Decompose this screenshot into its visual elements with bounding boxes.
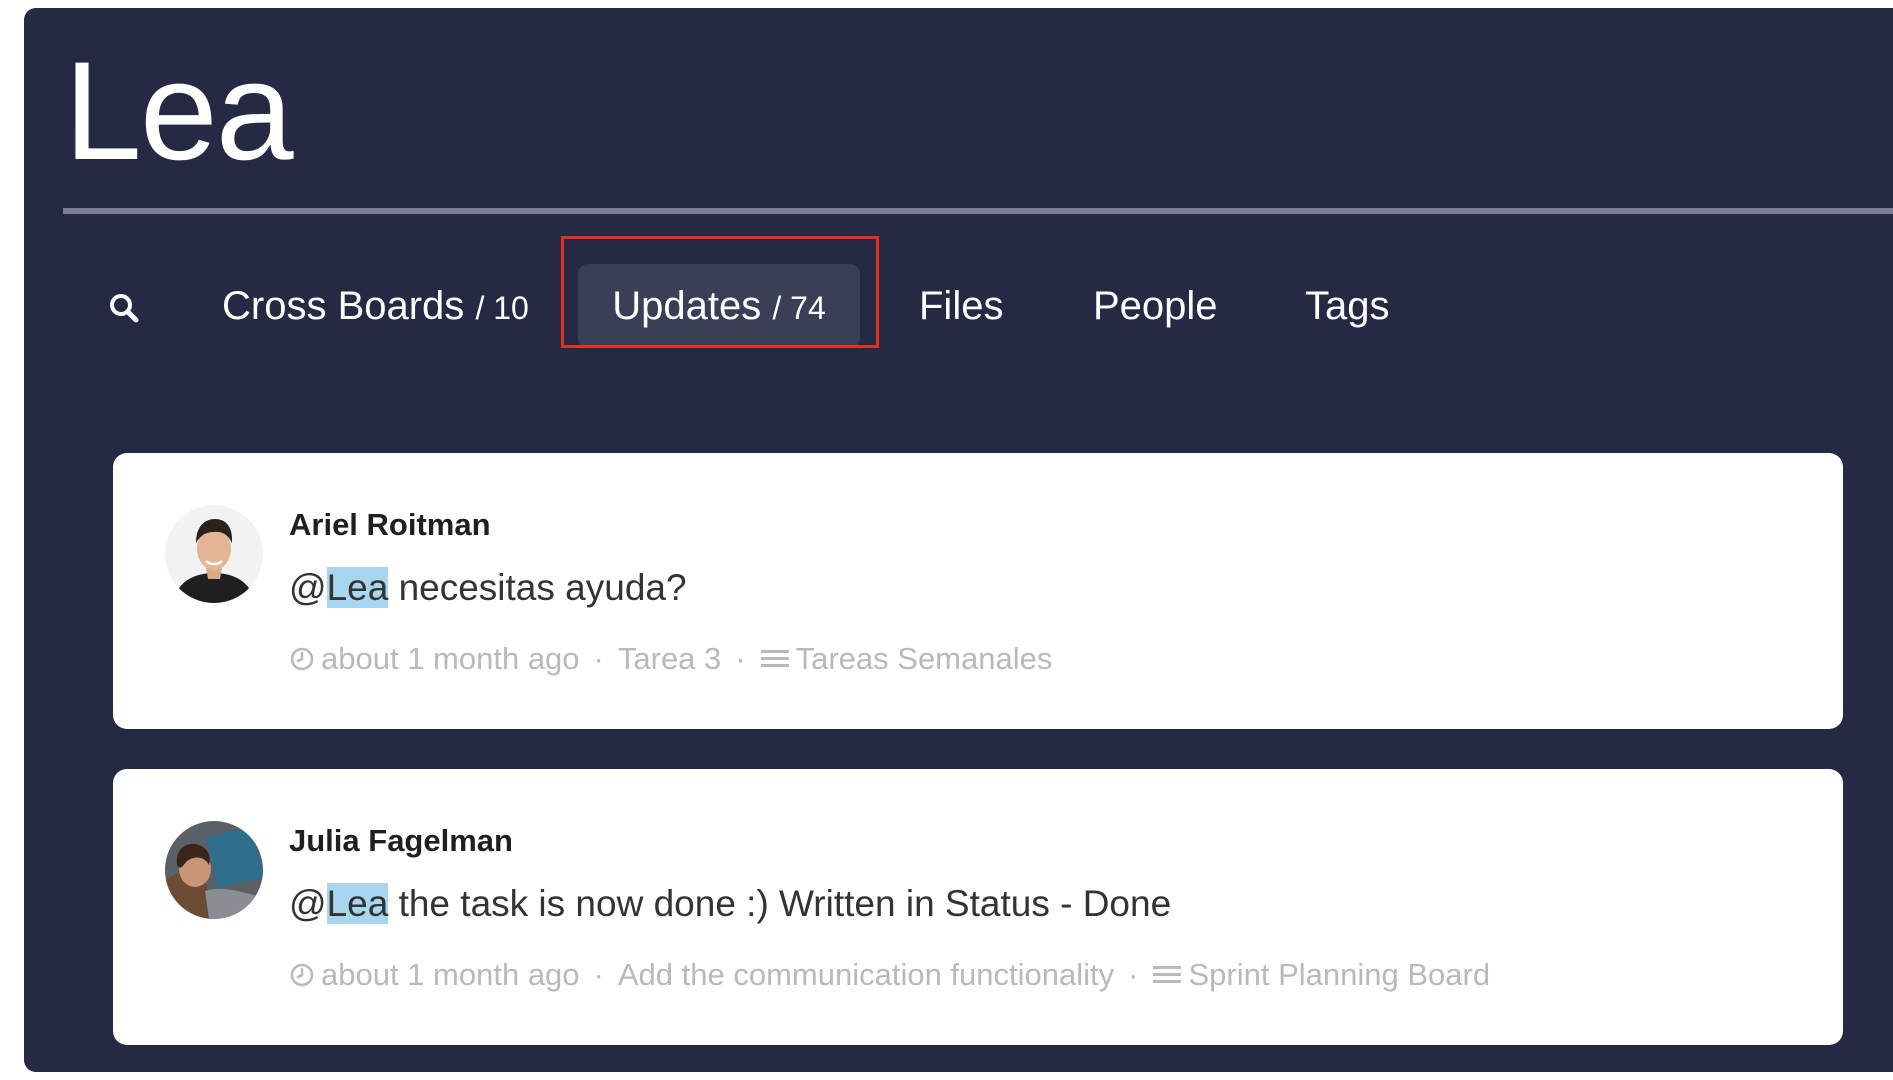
meta-separator: · bbox=[593, 957, 604, 992]
meta-separator: · bbox=[1128, 957, 1139, 992]
update-board-link[interactable]: Sprint Planning Board bbox=[1152, 957, 1490, 993]
search-panel: Lea Cross Boards / 10 Updates / 74 Files… bbox=[24, 8, 1893, 1072]
meta-separator: · bbox=[735, 641, 746, 676]
update-board-text: Sprint Planning Board bbox=[1188, 957, 1491, 992]
update-meta: about 1 month ago · Add the communicatio… bbox=[289, 957, 1490, 993]
update-author[interactable]: Julia Fagelman bbox=[289, 823, 513, 859]
update-time: about 1 month ago bbox=[289, 641, 580, 677]
update-time-text: about 1 month ago bbox=[321, 957, 580, 992]
board-list-icon bbox=[1153, 966, 1182, 983]
avatar[interactable] bbox=[165, 505, 263, 603]
tab-count: / 74 bbox=[772, 290, 826, 326]
divider bbox=[63, 208, 1893, 214]
tab-count: / 10 bbox=[475, 290, 529, 326]
avatar[interactable] bbox=[165, 821, 263, 919]
mention-name[interactable]: Lea bbox=[326, 567, 389, 608]
update-meta: about 1 month ago · Tarea 3 · Tareas Sem… bbox=[289, 641, 1052, 677]
mention-at: @ bbox=[289, 567, 327, 608]
update-item-link[interactable]: Tarea 3 bbox=[618, 641, 721, 677]
tab-label: Tags bbox=[1305, 284, 1390, 328]
search-tabs: Cross Boards / 10 Updates / 74 Files Peo… bbox=[24, 234, 1893, 364]
update-author[interactable]: Ariel Roitman bbox=[289, 507, 491, 543]
mention-name[interactable]: Lea bbox=[326, 883, 389, 924]
update-text: the task is now done :) Written in Statu… bbox=[388, 883, 1172, 924]
meta-separator: · bbox=[593, 641, 604, 676]
tab-label: Updates bbox=[612, 284, 762, 328]
tab-updates[interactable]: Updates / 74 bbox=[578, 264, 860, 348]
tab-cross-boards[interactable]: Cross Boards / 10 bbox=[222, 264, 529, 348]
update-time-text: about 1 month ago bbox=[321, 641, 580, 676]
tab-files[interactable]: Files bbox=[919, 264, 1003, 348]
update-item-link[interactable]: Add the communication functionality bbox=[618, 957, 1114, 993]
update-message: @Lea the task is now done :) Written in … bbox=[289, 883, 1171, 925]
mention-at: @ bbox=[289, 883, 327, 924]
tab-people[interactable]: People bbox=[1093, 264, 1218, 348]
update-board-text: Tareas Semanales bbox=[795, 641, 1053, 676]
clock-icon bbox=[290, 963, 314, 987]
update-time: about 1 month ago bbox=[289, 957, 580, 993]
search-query-title[interactable]: Lea bbox=[64, 26, 294, 196]
update-message: @Lea necesitas ayuda? bbox=[289, 567, 687, 609]
update-card[interactable]: Julia Fagelman @Lea the task is now done… bbox=[113, 769, 1843, 1045]
tab-label: Files bbox=[919, 284, 1004, 328]
tab-label: People bbox=[1093, 284, 1218, 328]
tab-label: Cross Boards bbox=[222, 284, 465, 328]
update-card[interactable]: Ariel Roitman @Lea necesitas ayuda? abou… bbox=[113, 453, 1843, 729]
clock-icon bbox=[290, 647, 314, 671]
update-text: necesitas ayuda? bbox=[388, 567, 687, 608]
search-icon[interactable] bbox=[96, 264, 152, 348]
update-board-link[interactable]: Tareas Semanales bbox=[760, 641, 1053, 677]
tab-tags[interactable]: Tags bbox=[1305, 264, 1390, 348]
board-list-icon bbox=[760, 650, 789, 667]
